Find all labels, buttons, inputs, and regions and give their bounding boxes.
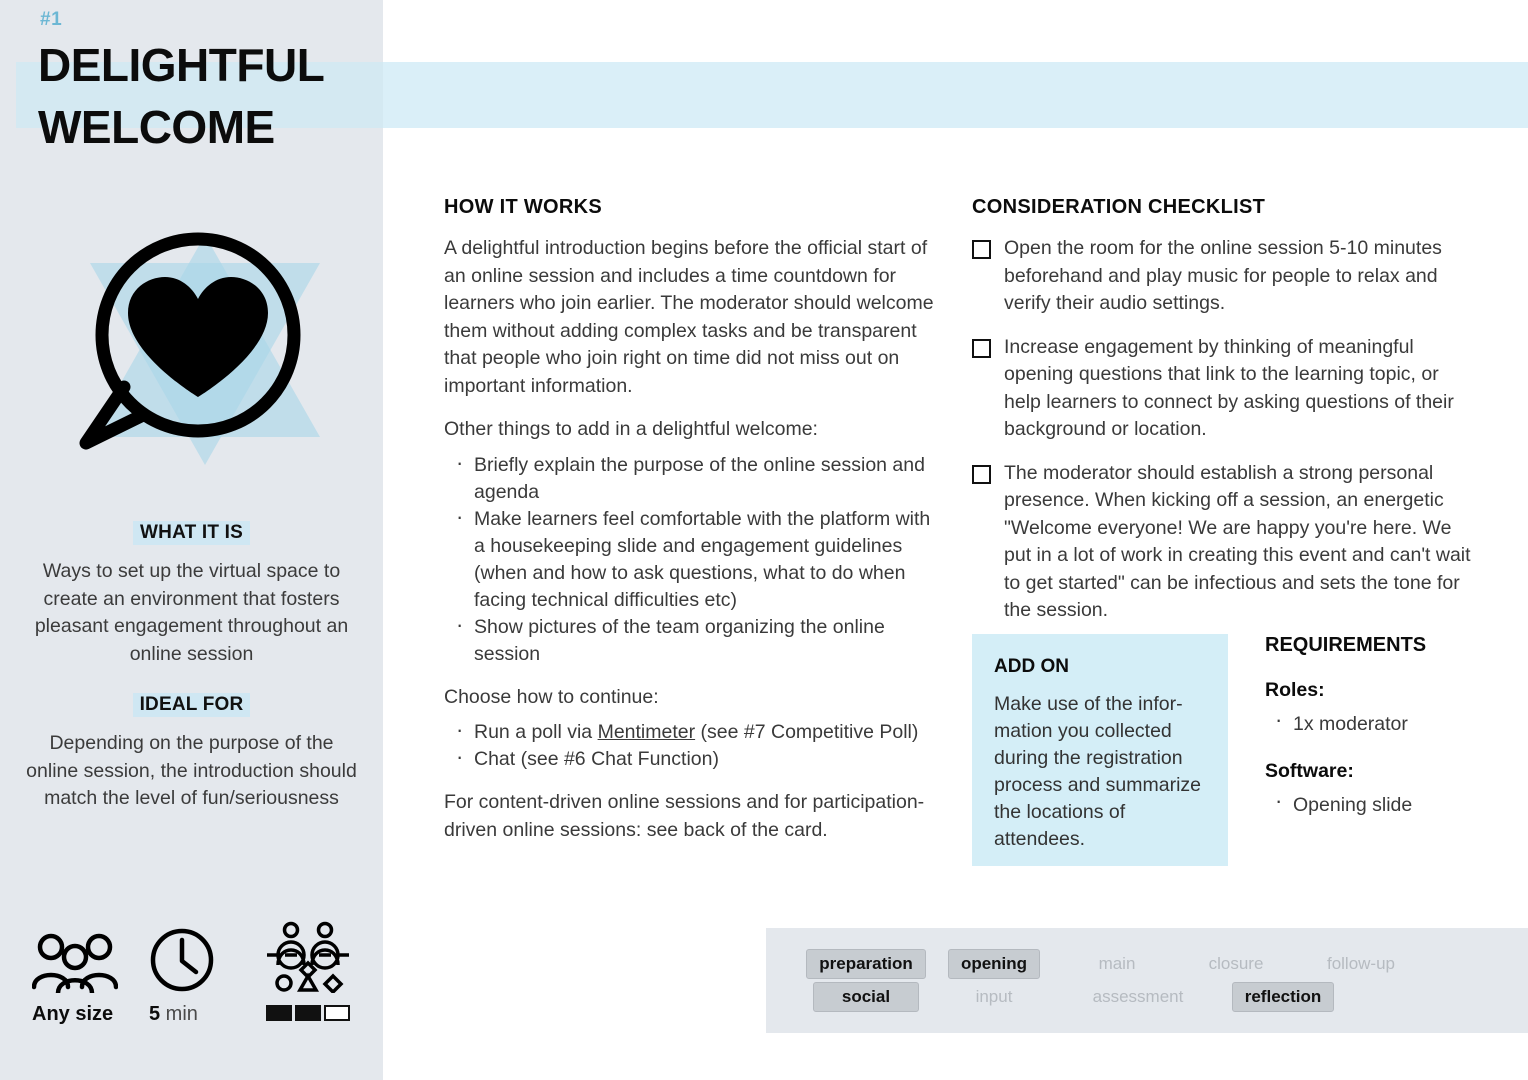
how-it-works-paragraph-4: For content-driven online sessions and f… <box>444 791 925 841</box>
add-on-heading: ADD ON <box>994 656 1069 677</box>
requirements-heading: REQUIREMENTS <box>1265 634 1427 656</box>
group-of-people-icon <box>32 925 149 993</box>
list-item: 1x moderator <box>1265 706 1525 738</box>
speech-bubble-heart-icon <box>79 232 320 465</box>
tag-row-phase: preparation opening main closure follow-… <box>802 948 1426 979</box>
tag-reflection[interactable]: reflection <box>1231 981 1335 1012</box>
tag-follow-up[interactable]: follow-up <box>1314 949 1408 979</box>
tag-closure[interactable]: closure <box>1196 949 1277 979</box>
card-number: #1 <box>40 9 63 30</box>
add-on-body: Make use of the infor­mation you collect… <box>994 693 1201 850</box>
requirements-section: REQUIREMENTS Roles: 1x moderator Softwar… <box>1265 634 1525 819</box>
list-item: Make learners feel comfortable with the … <box>444 503 944 614</box>
ideal-for-section: IDEAL FOR Depending on the purpose of th… <box>0 693 383 813</box>
hero-illustration <box>20 215 364 505</box>
complexity-segment-3 <box>324 1005 350 1021</box>
checklist-item[interactable]: Open the room for the online session 5-1… <box>972 235 1477 318</box>
checkbox-icon[interactable] <box>972 240 991 259</box>
software-list: Opening slide <box>1265 787 1525 819</box>
complexity-segment-1 <box>266 1005 292 1021</box>
complexity-bar <box>266 1005 383 1021</box>
checkbox-icon[interactable] <box>972 338 991 358</box>
ideal-for-heading: IDEAL FOR <box>0 693 383 717</box>
list-item: Opening slide <box>1265 787 1525 819</box>
metric-complexity <box>266 921 383 1026</box>
mentimeter-link[interactable]: Mentimeter <box>598 721 696 743</box>
continue-options-list: Run a poll via Mentimeter (see #7 Compet… <box>444 716 944 773</box>
list-item-chat: Chat (see #6 Chat Function) <box>444 743 944 773</box>
poll-prefix: Run a poll via <box>474 721 598 743</box>
roles-list: 1x moderator <box>1265 706 1525 738</box>
checklist-item[interactable]: The moderator should establish a strong … <box>972 460 1477 625</box>
what-it-is-body: Ways to set up the virtual space to crea… <box>34 560 349 665</box>
tag-preparation[interactable]: preparation <box>806 948 926 979</box>
checklist-item[interactable]: Increase engagement by thinking of meani… <box>972 334 1477 444</box>
list-item-poll: Run a poll via Mentimeter (see #7 Compet… <box>444 716 944 746</box>
what-it-is-section: WHAT IT IS Ways to set up the virtual sp… <box>0 521 383 668</box>
tag-opening[interactable]: opening <box>947 948 1041 979</box>
main-content: HOW IT WORKS A delightful introduction b… <box>383 0 1528 1080</box>
roles-label: Roles: <box>1265 679 1325 701</box>
tag-main[interactable]: main <box>1086 949 1149 979</box>
page-title: DELIGHTFUL WELCOME <box>38 39 324 153</box>
complexity-icon <box>266 921 383 993</box>
tag-row-type: social input assessment reflection <box>802 981 1426 1012</box>
metric-group-size-label: Any size <box>32 1003 114 1025</box>
checklist-item-label: Increase engagement by thinking of meani… <box>1004 335 1454 441</box>
how-it-works-paragraph-2: Other things to add in a delightful welc… <box>444 418 818 440</box>
tag-assessment[interactable]: assessment <box>1080 982 1197 1012</box>
choose-how-to-continue-label: Choose how to continue: <box>444 685 659 708</box>
how-it-works-paragraph-1: A delightful introduction begins before … <box>444 237 934 397</box>
metrics-row: Any size 5 min <box>0 921 383 1026</box>
how-it-works-bullets: Briefly explain the purpose of the onlin… <box>444 449 944 668</box>
activity-card: #1 DELIGHTFUL WELCOME WHAT IT IS Ways to… <box>0 0 1528 1080</box>
list-item: Briefly explain the purpose of the onlin… <box>444 449 944 506</box>
checklist-item-label: Open the room for the online session 5-1… <box>1004 237 1442 314</box>
what-it-is-heading: WHAT IT IS <box>0 521 383 545</box>
how-it-works-heading: HOW IT WORKS <box>444 196 603 218</box>
consideration-checklist-column: CONSIDERATION CHECKLIST Open the room fo… <box>972 196 1477 625</box>
clock-icon <box>149 925 266 993</box>
metric-duration-label: 5 min <box>149 1003 198 1025</box>
metric-duration: 5 min <box>149 925 266 1026</box>
ideal-for-body: Depending on the purpose of the online s… <box>26 732 357 809</box>
footer: preparation opening main closure follow-… <box>766 928 1528 1033</box>
checkbox-icon[interactable] <box>972 464 991 484</box>
tag-cloud: preparation opening main closure follow-… <box>802 948 1426 1015</box>
tag-input[interactable]: input <box>963 982 1026 1012</box>
software-label: Software: <box>1265 760 1354 782</box>
poll-suffix: (see #7 Competitive Poll) <box>695 721 919 743</box>
how-it-works-column: HOW IT WORKS A delightful introduction b… <box>444 196 944 844</box>
list-item: Show pictures of the team organizing the… <box>444 611 944 668</box>
checklist-heading: CONSIDERATION CHECKLIST <box>972 196 1266 218</box>
complexity-segment-2 <box>295 1005 321 1021</box>
checklist-item-label: The moderator should establish a strong … <box>1004 461 1471 622</box>
tag-social[interactable]: social <box>813 981 919 1012</box>
add-on-box: ADD ON Make use of the infor­mation you … <box>972 634 1228 866</box>
metric-group-size: Any size <box>32 925 149 1026</box>
